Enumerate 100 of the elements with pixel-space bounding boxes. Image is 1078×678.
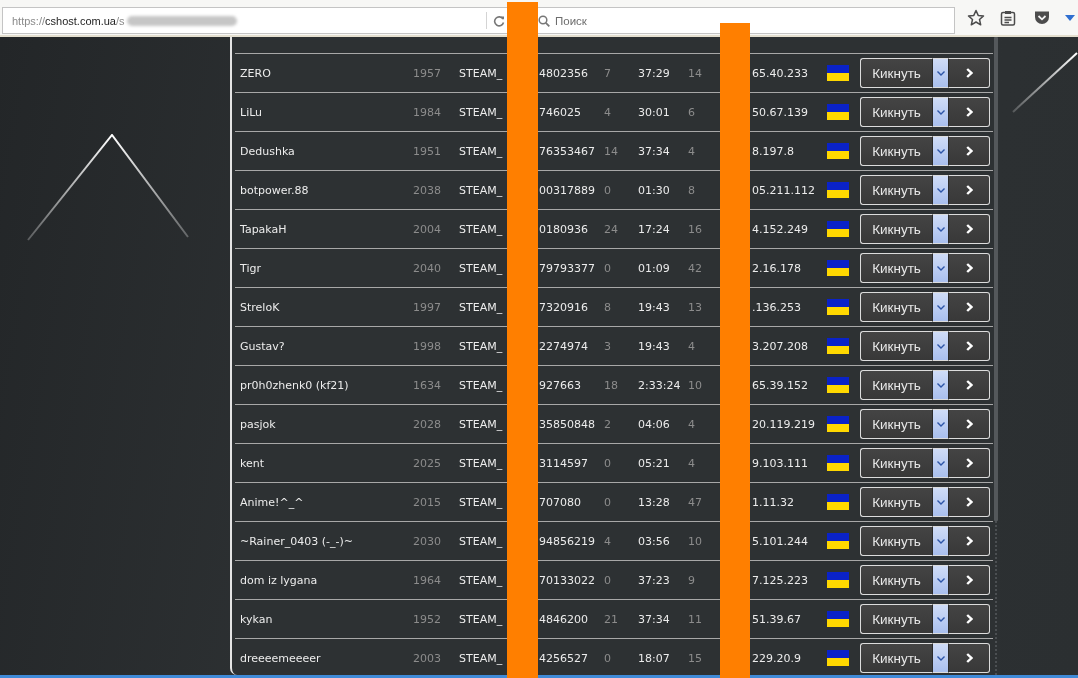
next-button[interactable] xyxy=(949,526,990,556)
player-name: kent xyxy=(240,456,266,470)
next-button[interactable] xyxy=(949,409,990,439)
flag-icon xyxy=(827,65,849,81)
number-text: 2038 xyxy=(412,183,441,197)
flag-icon xyxy=(827,143,849,159)
dropdown-button[interactable] xyxy=(932,487,949,517)
time-text: 37:34 xyxy=(638,612,671,626)
time-text: 37:34 xyxy=(638,144,671,158)
chevron-right-icon xyxy=(965,263,973,273)
time-text: 05:21 xyxy=(638,456,671,470)
number-text: 2004 xyxy=(412,222,441,236)
dropdown-button[interactable] xyxy=(932,565,949,595)
kick-button[interactable]: Кикнуть xyxy=(860,487,932,517)
chevron-down-icon xyxy=(936,655,945,661)
steam-id-text: 70133022 xyxy=(539,573,596,587)
star-icon[interactable] xyxy=(967,8,985,27)
number-text: 10 xyxy=(688,378,703,392)
number-text: 7 xyxy=(604,66,612,80)
time-text: 30:01 xyxy=(638,105,671,119)
reload-icon[interactable] xyxy=(493,14,505,27)
clipboard-icon[interactable] xyxy=(1000,9,1016,26)
kick-button[interactable]: Кикнуть xyxy=(860,643,932,673)
dropdown-button[interactable] xyxy=(932,448,949,478)
next-button[interactable] xyxy=(949,565,990,595)
dropdown-button[interactable] xyxy=(932,175,949,205)
dropdown-button[interactable] xyxy=(932,370,949,400)
chevron-right-icon xyxy=(965,68,973,78)
number-text: 14 xyxy=(604,144,619,158)
next-button[interactable] xyxy=(949,643,990,673)
player-name: Anime!^_^ xyxy=(240,495,305,509)
number-text: 3 xyxy=(604,339,612,353)
player-name: ~Rainer_0403 (-_-)~ xyxy=(240,534,354,548)
dropdown-button[interactable] xyxy=(932,331,949,361)
number-text: 4 xyxy=(688,339,696,353)
kick-button[interactable]: Кикнуть xyxy=(860,97,932,127)
kick-button[interactable]: Кикнуть xyxy=(860,604,932,634)
number-text: 15 xyxy=(688,651,703,665)
time-text: 19:43 xyxy=(638,300,671,314)
player-name: LiLu xyxy=(240,105,264,119)
player-name: ZERO xyxy=(240,66,272,80)
ip-address-text: 9.103.111 xyxy=(752,456,809,470)
player-name: Dedushka xyxy=(240,144,296,158)
next-button[interactable] xyxy=(949,175,990,205)
player-name: pasjok xyxy=(240,417,277,431)
dropdown-button[interactable] xyxy=(932,604,949,634)
steam-id-text: STEAM_ xyxy=(459,222,504,236)
kick-button[interactable]: Кикнуть xyxy=(860,565,932,595)
flag-icon xyxy=(827,104,849,120)
dropdown-button[interactable] xyxy=(932,136,949,166)
kick-button[interactable]: Кикнуть xyxy=(860,409,932,439)
kick-button[interactable]: Кикнуть xyxy=(860,136,932,166)
steam-id-text: STEAM_ xyxy=(459,495,504,509)
next-button[interactable] xyxy=(949,97,990,127)
kick-button[interactable]: Кикнуть xyxy=(860,526,932,556)
kick-button[interactable]: Кикнуть xyxy=(860,331,932,361)
dropdown-button[interactable] xyxy=(932,97,949,127)
steam-id-text: STEAM_ xyxy=(459,144,504,158)
steam-id-text: 4802356 xyxy=(539,66,589,80)
time-text: 37:23 xyxy=(638,573,671,587)
dropdown-button[interactable] xyxy=(932,292,949,322)
address-field[interactable]: https://cshost.com.ua/s xyxy=(2,7,507,34)
kick-button[interactable]: Кикнуть xyxy=(860,58,932,88)
next-button[interactable] xyxy=(949,604,990,634)
number-text: 2030 xyxy=(412,534,441,548)
number-text: 2025 xyxy=(412,456,441,470)
chevron-down-icon xyxy=(936,70,945,76)
kick-button[interactable]: Кикнуть xyxy=(860,370,932,400)
steam-id-text: STEAM_ xyxy=(459,534,504,548)
scrollbar-thumb[interactable] xyxy=(994,37,998,521)
dropdown-button[interactable] xyxy=(932,526,949,556)
next-button[interactable] xyxy=(949,214,990,244)
dropdown-button[interactable] xyxy=(932,253,949,283)
chevron-down-icon xyxy=(936,109,945,115)
kick-button[interactable]: Кикнуть xyxy=(860,175,932,205)
steam-id-text: STEAM_ xyxy=(459,339,504,353)
steam-id-text: 76353467 xyxy=(539,144,596,158)
next-button[interactable] xyxy=(949,292,990,322)
flag-icon xyxy=(827,299,849,315)
next-button[interactable] xyxy=(949,58,990,88)
number-text: 4 xyxy=(688,456,696,470)
kick-button[interactable]: Кикнуть xyxy=(860,214,932,244)
kick-button[interactable]: Кикнуть xyxy=(860,253,932,283)
next-button[interactable] xyxy=(949,331,990,361)
kick-button[interactable]: Кикнуть xyxy=(860,448,932,478)
dropdown-button[interactable] xyxy=(932,214,949,244)
kick-button[interactable]: Кикнуть xyxy=(860,292,932,322)
number-text: 0 xyxy=(604,495,612,509)
next-button[interactable] xyxy=(949,448,990,478)
dropdown-button[interactable] xyxy=(932,409,949,439)
next-button[interactable] xyxy=(949,487,990,517)
steam-id-text: STEAM_ xyxy=(459,66,504,80)
dropdown-button[interactable] xyxy=(932,58,949,88)
next-button[interactable] xyxy=(949,136,990,166)
next-button[interactable] xyxy=(949,370,990,400)
dropdown-button[interactable] xyxy=(932,643,949,673)
caret-down-icon[interactable] xyxy=(1065,13,1075,22)
next-button[interactable] xyxy=(949,253,990,283)
number-text: 4 xyxy=(688,144,696,158)
steam-id-text: 3114597 xyxy=(539,456,589,470)
